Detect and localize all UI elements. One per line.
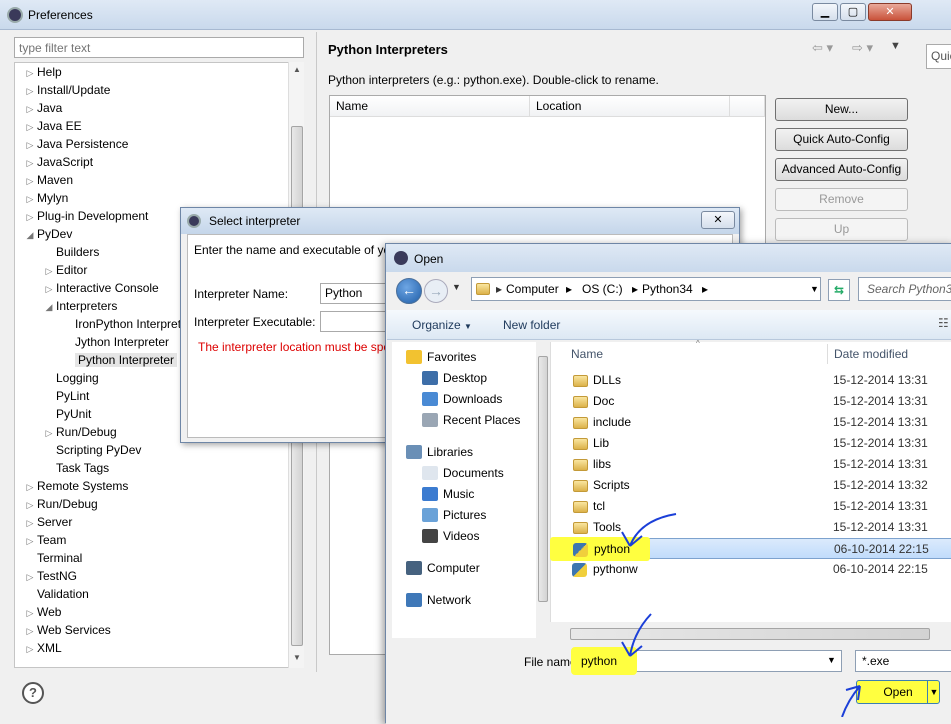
annotation-arrow-icon <box>621 513 677 547</box>
annotation-arrow-icon <box>841 685 861 717</box>
annotation-overlay <box>621 513 861 717</box>
annotation-arrow-icon <box>621 613 652 657</box>
